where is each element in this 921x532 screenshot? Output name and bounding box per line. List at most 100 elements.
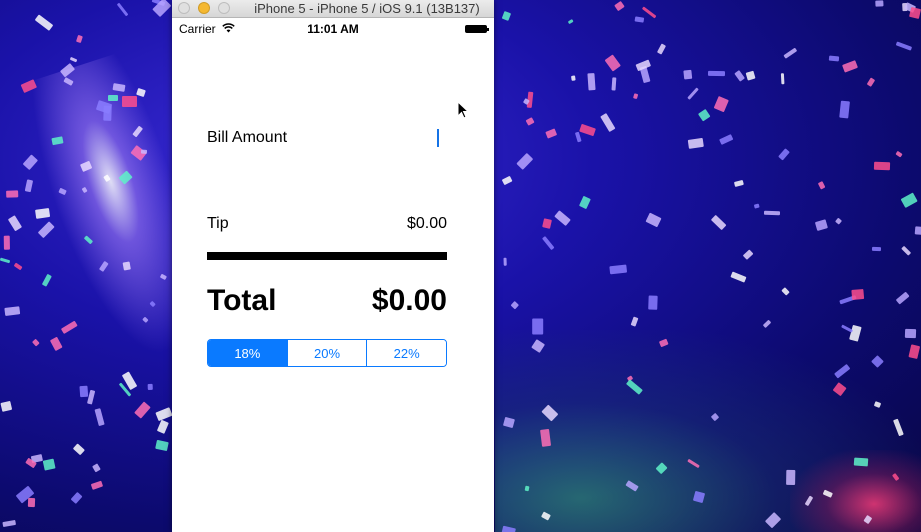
tip-value: $0.00	[406, 215, 447, 232]
confetti-piece	[605, 54, 622, 72]
confetti-piece	[92, 463, 102, 473]
confetti-piece	[140, 149, 147, 154]
confetti-piece	[69, 57, 78, 63]
confetti-piece	[842, 60, 859, 73]
confetti-piece	[781, 287, 791, 297]
confetti-piece	[122, 261, 131, 271]
confetti-piece	[42, 458, 56, 471]
divider-bar	[207, 252, 447, 260]
confetti-piece	[578, 123, 596, 137]
confetti-piece	[614, 0, 625, 11]
total-label: Total	[207, 284, 277, 317]
confetti-piece	[503, 257, 508, 266]
confetti-piece	[501, 175, 513, 186]
confetti-piece	[600, 112, 615, 132]
tip-option-18[interactable]: 18%	[208, 340, 288, 366]
zoom-button[interactable]	[218, 2, 230, 14]
confetti-piece	[853, 457, 869, 467]
confetti-piece	[708, 70, 725, 77]
confetti-piece	[683, 69, 693, 80]
confetti-piece	[567, 18, 574, 25]
confetti-piece	[874, 0, 884, 7]
confetti-piece	[900, 245, 911, 256]
confetti-piece	[24, 179, 33, 193]
window-titlebar[interactable]: iPhone 5 - iPhone 5 / iOS 9.1 (13B137)	[172, 0, 494, 18]
desktop-background: iPhone 5 - iPhone 5 / iOS 9.1 (13B137) C…	[0, 0, 921, 532]
confetti-piece	[710, 214, 727, 231]
confetti-piece	[32, 338, 40, 346]
confetti-piece	[730, 271, 747, 283]
confetti-piece	[154, 439, 169, 451]
confetti-piece	[0, 401, 13, 413]
confetti-piece	[786, 469, 796, 486]
confetti-piece	[895, 291, 910, 305]
confetti-piece	[718, 133, 733, 145]
confetti-piece	[4, 235, 10, 250]
confetti-piece	[94, 408, 105, 427]
confetti-piece	[49, 336, 63, 352]
confetti-piece	[134, 401, 151, 419]
bill-amount-label: Bill Amount	[207, 129, 288, 146]
confetti-piece	[764, 210, 781, 215]
confetti-piece	[714, 96, 730, 113]
confetti-piece	[899, 192, 918, 209]
confetti-piece	[516, 153, 534, 171]
confetti-piece	[817, 181, 826, 191]
text-caret	[437, 129, 439, 147]
confetti-piece	[834, 218, 842, 226]
battery-icon	[465, 25, 489, 33]
confetti-piece	[156, 407, 174, 421]
confetti-piece	[0, 257, 11, 264]
window-title: iPhone 5 - iPhone 5 / iOS 9.1 (13B137)	[254, 1, 480, 16]
confetti-piece	[866, 77, 875, 88]
minimize-button[interactable]	[198, 2, 210, 14]
confetti-piece	[763, 319, 772, 328]
confetti-piece	[27, 498, 36, 508]
confetti-piece	[895, 41, 912, 51]
confetti-piece	[525, 117, 535, 126]
confetti-piece	[570, 75, 576, 81]
confetti-piece	[148, 383, 154, 391]
confetti-piece	[34, 14, 53, 31]
mouse-pointer-icon	[457, 101, 469, 119]
confetti-piece	[645, 212, 663, 228]
confetti-piece	[70, 491, 84, 504]
confetti-piece	[586, 72, 596, 91]
confetti-piece	[79, 385, 89, 397]
confetti-piece	[733, 180, 744, 188]
confetti-piece	[742, 248, 754, 260]
confetti-piece	[915, 226, 921, 236]
confetti-piece	[574, 132, 582, 144]
confetti-piece	[905, 328, 917, 338]
close-button[interactable]	[178, 2, 190, 14]
confetti-piece	[872, 247, 882, 252]
confetti-piece	[7, 215, 22, 232]
confetti-piece	[541, 217, 552, 229]
tip-percentage-control[interactable]: 18% 20% 22%	[207, 339, 447, 367]
confetti-piece	[554, 209, 571, 226]
confetti-piece	[35, 208, 51, 220]
confetti-piece	[874, 161, 891, 171]
status-time: 11:01 AM	[307, 22, 359, 36]
confetti-piece	[734, 70, 745, 82]
tip-label: Tip	[207, 215, 229, 232]
confetti-piece	[37, 221, 55, 239]
confetti-piece	[780, 73, 785, 85]
confetti-piece	[511, 300, 520, 309]
confetti-piece	[656, 43, 666, 55]
confetti-piece	[51, 135, 64, 145]
confetti-piece	[777, 148, 790, 162]
confetti-piece	[851, 288, 865, 301]
confetti-piece	[839, 100, 850, 119]
confetti-piece	[578, 195, 591, 209]
confetti-piece	[22, 154, 38, 171]
confetti-piece	[630, 316, 639, 327]
confetti-piece	[632, 93, 639, 100]
tip-option-22[interactable]: 22%	[367, 340, 446, 366]
confetti-piece	[641, 6, 658, 20]
tip-option-20[interactable]: 20%	[287, 340, 368, 366]
confetti-piece	[634, 15, 644, 23]
bill-amount-field[interactable]	[342, 126, 442, 148]
confetti-piece	[72, 443, 85, 456]
confetti-piece	[121, 96, 137, 107]
